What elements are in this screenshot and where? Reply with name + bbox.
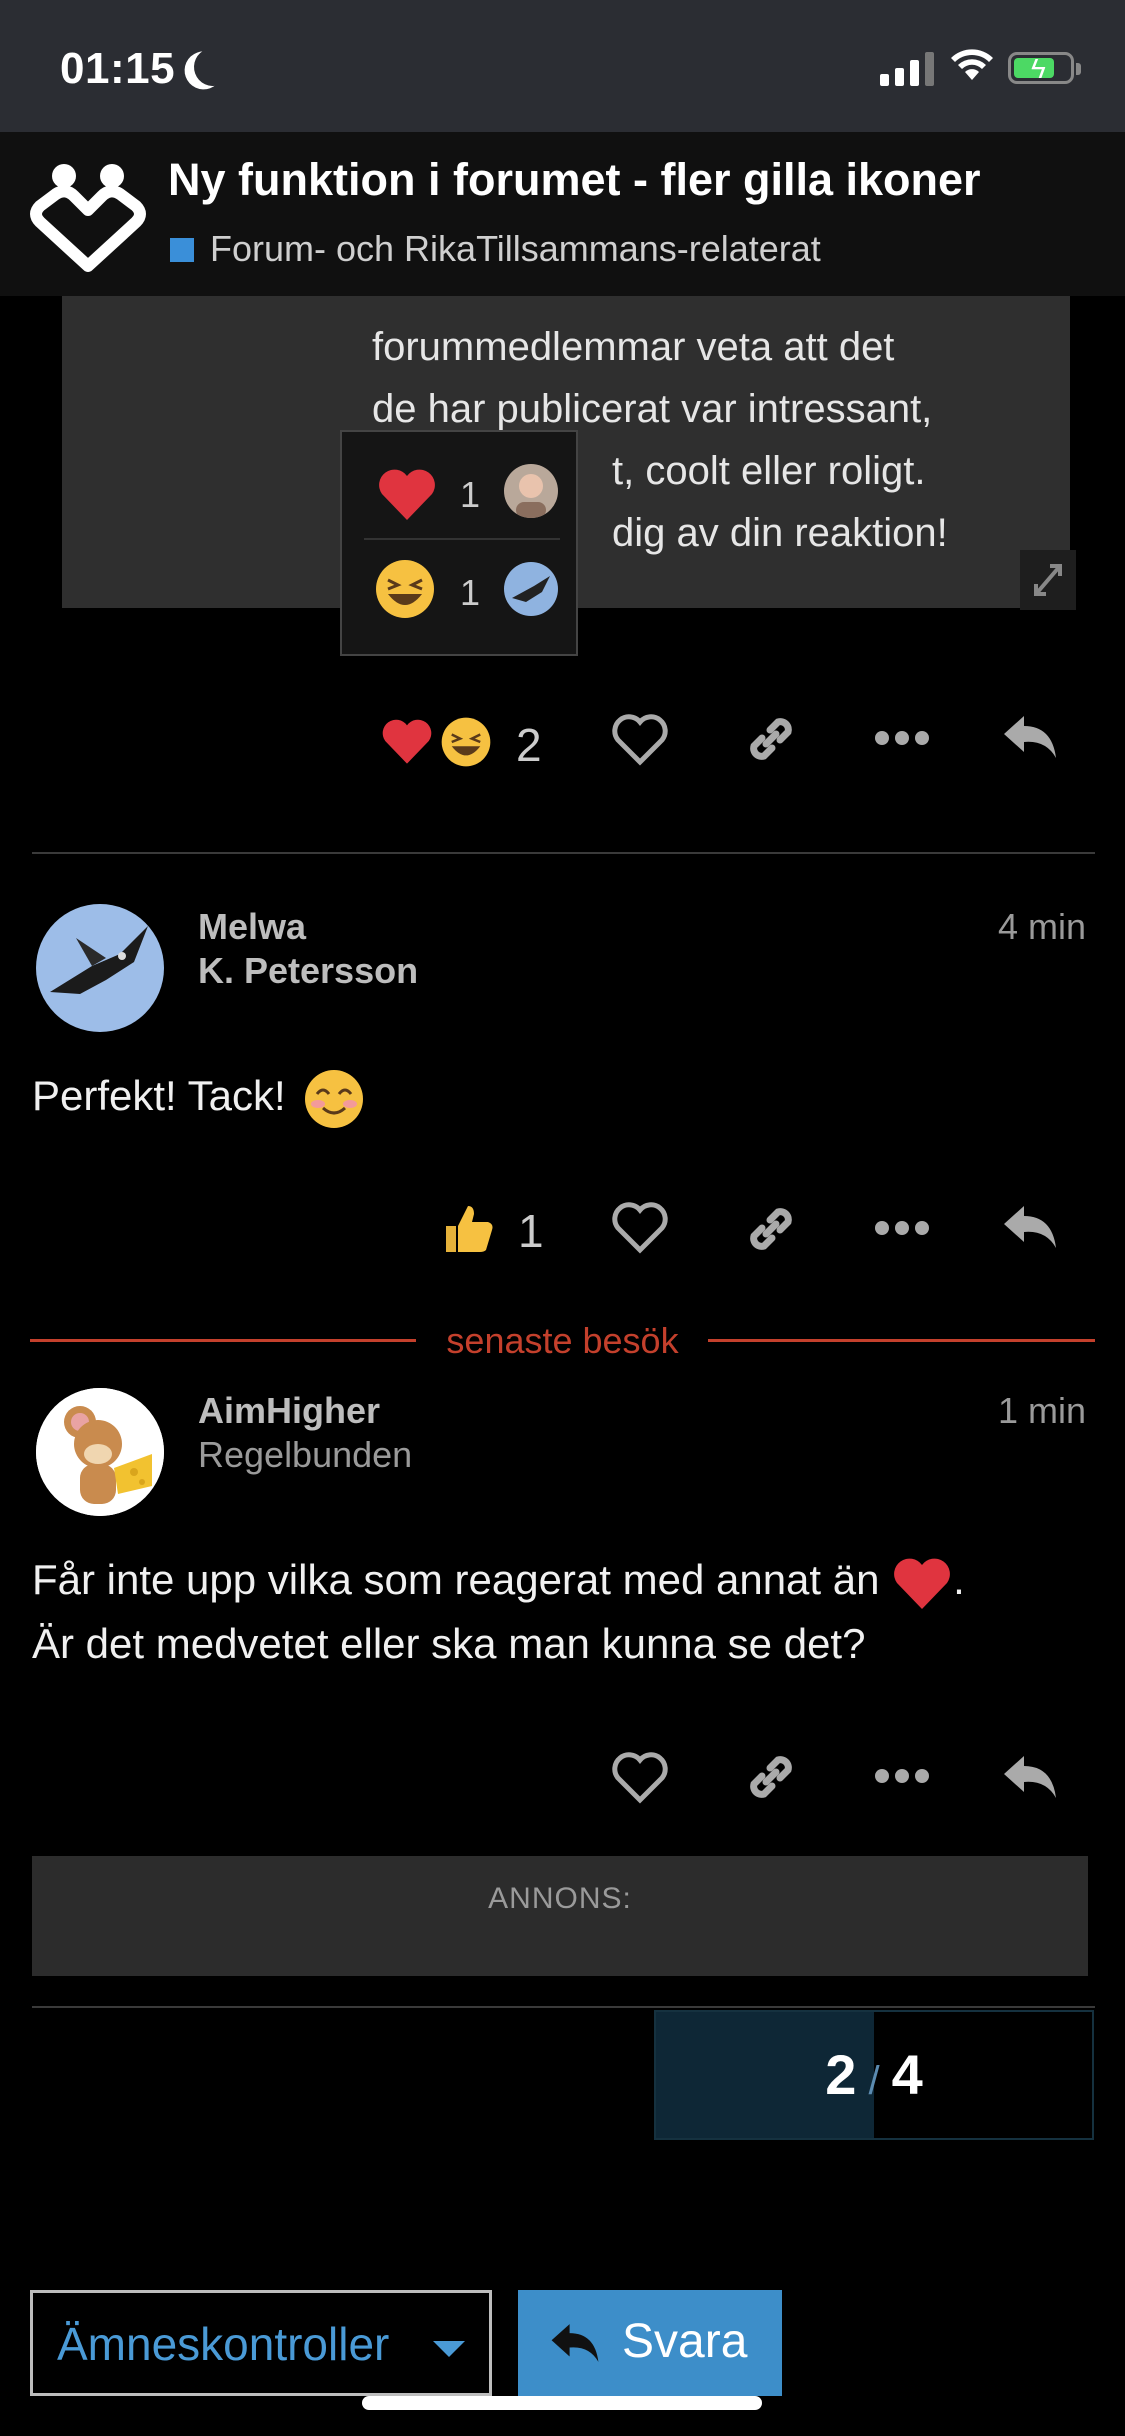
caret-down-icon [433,2341,465,2357]
post-time[interactable]: 4 min [998,906,1086,948]
ad-label: ANNONS: [488,1882,632,1915]
post-username[interactable]: Melwa [198,906,306,948]
heart-emoji-icon [894,1558,951,1609]
expand-icon[interactable] [1020,550,1076,610]
reaction-count: 1 [460,474,481,515]
link-icon[interactable] [744,1750,798,1804]
reply-button[interactable]: Svara [518,2290,782,2396]
battery-icon: ϟ [1008,52,1081,84]
user-avatar[interactable] [504,464,558,518]
like-heart-icon[interactable] [612,1752,668,1804]
post-text-line: Får inte upp vilka som reagerat med anna… [32,1548,1102,1612]
more-options-icon[interactable] [874,1216,930,1240]
post-body: Perfekt! Tack! [32,1064,365,1130]
like-heart-icon[interactable] [612,1202,668,1254]
reply-icon[interactable] [1000,1202,1060,1252]
laughing-reaction-icon[interactable] [440,716,492,768]
like-heart-icon[interactable] [612,714,668,766]
heart-emoji-icon [379,469,435,520]
reply-icon[interactable] [1000,712,1060,762]
topic-controls-button[interactable]: Ämneskontroller [30,2290,492,2396]
reply-icon[interactable] [1000,1752,1060,1802]
reaction-total-count[interactable]: 1 [518,1204,544,1258]
post-user-title: K. Petersson [198,950,419,991]
post-body: Får inte upp vilka som reagerat med anna… [32,1548,1102,1676]
post-divider [32,852,1095,854]
user-avatar[interactable] [36,904,164,1032]
status-bar: 01:15 ϟ [0,0,1125,132]
post-time[interactable]: 1 min [998,1390,1086,1432]
reaction-count: 1 [460,572,481,613]
user-avatar[interactable] [36,1388,164,1516]
reaction-total-count[interactable]: 2 [516,718,542,772]
timeline-divider [32,2006,1095,2008]
link-icon[interactable] [744,1202,798,1256]
ad-container: ANNONS: [32,1856,1088,1976]
topic-title[interactable]: Ny funktion i forumet - fler gilla ikone… [168,154,981,206]
reaction-row-laughing[interactable]: 1 [364,542,560,638]
laughing-emoji-icon [376,560,434,618]
progress-current: 2 [825,2043,857,2106]
reaction-row-heart[interactable]: 1 [364,444,560,540]
progress-separator: / [868,2059,880,2103]
last-visit-separator: senaste besök [30,1320,1095,1361]
link-icon[interactable] [744,712,798,766]
user-avatar[interactable] [504,562,558,616]
home-indicator [362,2396,762,2410]
reactions-popup: 1 1 [340,430,578,656]
category-color-badge [170,238,194,262]
progress-counter: 2/4 [656,2042,1092,2107]
post-actions: 2 [370,706,1070,786]
post-text: Är det medvetet eller ska man kunna se d… [32,1620,866,1667]
moon-icon [189,43,238,92]
image-text-line: forummedlemmar veta att det [372,325,895,369]
smiling-emoji-icon [305,1069,364,1128]
thumbs-up-reaction-icon[interactable] [440,1200,496,1256]
wifi-icon [951,49,993,80]
post-text: Får inte upp vilka som reagerat med anna… [32,1556,880,1603]
post-text-end: . [953,1556,965,1603]
status-time: 01:15 [60,44,176,93]
reply-label: Svara [622,2315,748,2368]
post-text: Perfekt! Tack! [32,1072,286,1119]
topic-progress[interactable]: 2/4 [654,2010,1094,2140]
progress-total: 4 [891,2043,923,2106]
heart-reaction-icon[interactable] [380,716,434,766]
more-options-icon[interactable] [874,726,930,750]
post-user-title: Regelbunden [198,1434,413,1475]
category-link[interactable]: Forum- och RikaTillsammans-relaterat [210,228,821,270]
post-username[interactable]: AimHigher [198,1390,380,1432]
topic-controls-label: Ämneskontroller [57,2318,390,2370]
reply-icon [551,2324,599,2362]
more-options-icon[interactable] [874,1764,930,1788]
cellular-signal-icon [880,50,934,86]
site-logo-icon[interactable] [26,156,150,276]
topic-header: Ny funktion i forumet - fler gilla ikone… [0,132,1125,296]
